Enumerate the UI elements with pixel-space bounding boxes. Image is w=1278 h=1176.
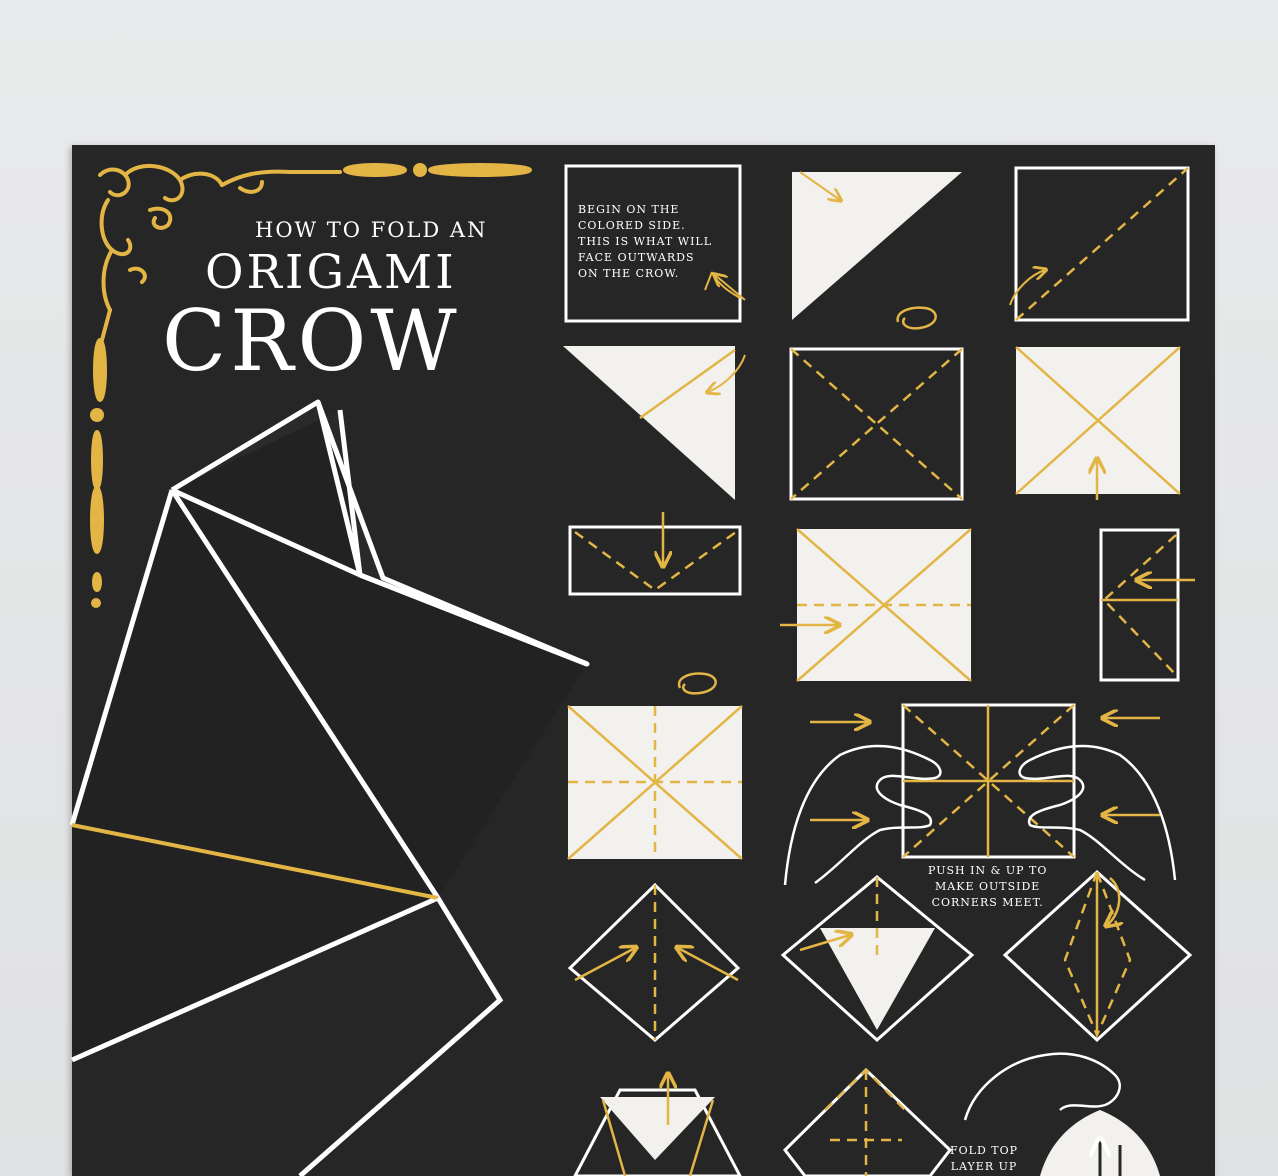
- step-8: [780, 528, 972, 682]
- step-6: [1015, 346, 1181, 500]
- push-note: PUSH IN & UP TO MAKE OUTSIDE CORNERS MEE…: [928, 864, 1048, 909]
- step-2: [792, 171, 962, 320]
- fold-note: FOLD TOP LAYER UP: [950, 1144, 1019, 1173]
- step-12: [567, 882, 741, 1042]
- step-3: [1009, 166, 1190, 322]
- flip-over-icon: [677, 672, 717, 695]
- step-7: [568, 512, 742, 596]
- step-15: [573, 1075, 742, 1176]
- step-11: [783, 703, 1177, 886]
- crow-drawing: [69, 399, 590, 1176]
- step-1-note: BEGIN ON THE COLORED SIDE. THIS IS WHAT …: [578, 203, 713, 280]
- hand-icon: [963, 1052, 1121, 1121]
- title-line-3: CROW: [162, 292, 461, 390]
- step-16: [783, 1067, 953, 1176]
- step-4: [563, 346, 746, 500]
- hand-icon: [1018, 744, 1177, 882]
- step-10: [567, 672, 743, 860]
- poster-artwork: [69, 163, 1195, 1176]
- step-5: [789, 306, 964, 501]
- title-line-1: HOW TO FOLD AN: [255, 218, 488, 242]
- hand-icon: [783, 744, 942, 886]
- step-9: [1099, 528, 1195, 682]
- flip-over-icon: [896, 306, 937, 330]
